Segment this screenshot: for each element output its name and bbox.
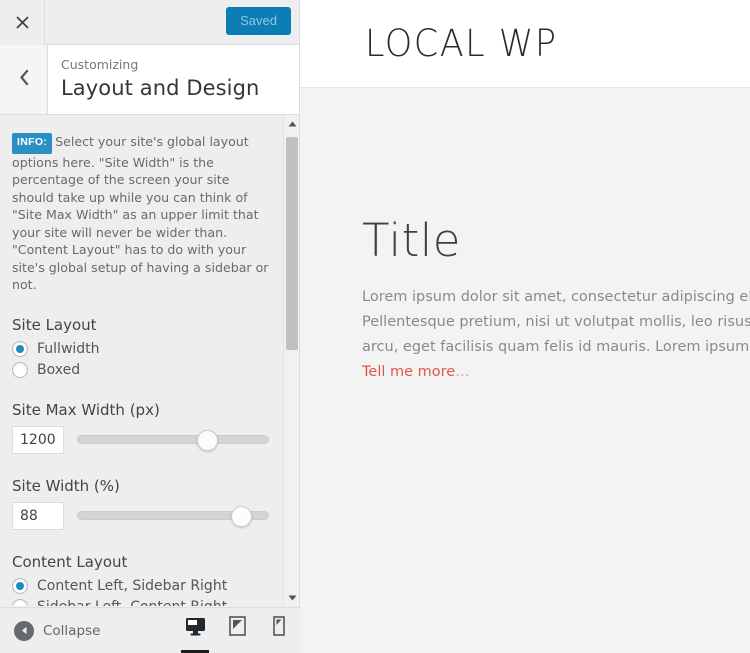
customizer-panel: Saved Customizing Layout and Design INFO…	[0, 0, 300, 653]
site-preview[interactable]: LOCAL WP Title Lorem ipsum dolor sit ame…	[300, 0, 750, 653]
radio-sidebar-left-label: Sidebar Left, Content Right	[37, 599, 227, 607]
site-width-input[interactable]	[12, 501, 64, 530]
radio-fullwidth-icon[interactable]	[12, 340, 28, 357]
site-width-slider[interactable]	[77, 505, 269, 527]
customizer-screen: LOCAL WP Title Lorem ipsum dolor sit ame…	[0, 0, 750, 653]
chevron-left-icon	[18, 68, 30, 91]
preview-entry-title[interactable]: Title	[362, 218, 750, 263]
radio-content-left-label: Content Left, Sidebar Right	[37, 577, 228, 594]
close-customizer-button[interactable]	[0, 0, 45, 45]
panel-scrollbar[interactable]	[283, 115, 299, 606]
site-width-label: Site Width (%)	[12, 476, 120, 495]
device-tablet-button[interactable]	[216, 608, 258, 653]
collapse-arrow-icon	[14, 620, 34, 641]
section-title-group: Customizing Layout and Design	[48, 45, 259, 114]
control-site-layout: Site Layout Fullwidth Boxed	[12, 316, 269, 378]
device-preview-group	[174, 608, 300, 653]
collapse-label: Collapse	[43, 622, 101, 639]
tablet-icon	[228, 616, 246, 641]
site-max-width-label: Site Max Width (px)	[12, 400, 160, 419]
site-max-width-row	[12, 425, 269, 454]
radio-option-sidebar-left[interactable]: Sidebar Left, Content Right	[12, 598, 269, 607]
radio-boxed-icon[interactable]	[12, 361, 28, 378]
info-badge: INFO:	[12, 133, 53, 154]
content-layout-label: Content Layout	[12, 552, 128, 571]
radio-option-fullwidth[interactable]: Fullwidth	[12, 340, 269, 357]
section-header: Customizing Layout and Design	[0, 45, 299, 115]
site-layout-label: Site Layout	[12, 315, 97, 334]
preview-paragraph-line-1: Lorem ipsum dolor sit amet, consectetur …	[362, 289, 750, 305]
info-description: INFO: Select your site's global layout op…	[12, 133, 269, 294]
scroll-up-arrow-icon[interactable]	[284, 115, 299, 132]
panel-title: Layout and Design	[61, 76, 260, 100]
preview-site-title[interactable]: LOCAL WP	[300, 22, 558, 65]
desktop-icon	[185, 617, 206, 641]
radio-fullwidth-label: Fullwidth	[37, 340, 100, 357]
radio-option-boxed[interactable]: Boxed	[12, 361, 269, 378]
site-max-width-slider[interactable]	[77, 429, 269, 451]
controls-scroll-area[interactable]: INFO: Select your site's global layout op…	[0, 115, 299, 606]
radio-boxed-label: Boxed	[37, 361, 81, 378]
customizer-footer: Collapse	[0, 607, 300, 653]
site-width-row	[12, 501, 269, 530]
preview-site-header: LOCAL WP	[300, 0, 750, 88]
preview-content: Title Lorem ipsum dolor sit amet, consec…	[300, 88, 750, 653]
back-button[interactable]	[0, 45, 48, 114]
site-max-width-input[interactable]	[12, 425, 64, 454]
preview-paragraph-line-2: Pellentesque pretium, nisi ut volutpat m…	[362, 314, 750, 330]
control-content-layout: Content Layout Content Left, Sidebar Rig…	[12, 552, 269, 607]
slider-track	[77, 435, 269, 444]
controls-list: INFO: Select your site's global layout op…	[0, 115, 283, 606]
customizer-header: Saved	[0, 0, 299, 45]
tell-me-more-label: Tell me more	[362, 364, 456, 380]
preview-paragraph-line-3: arcu, eget facilisis quam felis id mauri…	[362, 339, 750, 355]
save-button[interactable]: Saved	[226, 7, 291, 35]
close-icon	[15, 15, 30, 30]
scrollbar-thumb[interactable]	[286, 137, 298, 350]
scroll-down-arrow-icon[interactable]	[284, 589, 299, 606]
site-width-slider-handle[interactable]	[230, 505, 252, 527]
radio-option-content-left[interactable]: Content Left, Sidebar Right	[12, 577, 269, 594]
device-mobile-button[interactable]	[258, 608, 300, 653]
control-site-width: Site Width (%)	[12, 477, 269, 530]
radio-sidebar-left-icon[interactable]	[12, 598, 28, 606]
info-text: Select your site's global layout options…	[12, 134, 269, 292]
tell-me-more-ellipsis: …	[455, 364, 470, 380]
mobile-icon	[273, 616, 285, 641]
site-max-width-slider-handle[interactable]	[196, 429, 218, 451]
control-site-max-width: Site Max Width (px)	[12, 401, 269, 454]
collapse-button[interactable]: Collapse	[0, 620, 101, 641]
customizing-eyebrow: Customizing	[61, 57, 139, 72]
radio-content-left-icon[interactable]	[12, 577, 28, 594]
tell-me-more-link[interactable]: Tell me more…	[362, 360, 750, 385]
device-desktop-button[interactable]	[174, 608, 216, 653]
